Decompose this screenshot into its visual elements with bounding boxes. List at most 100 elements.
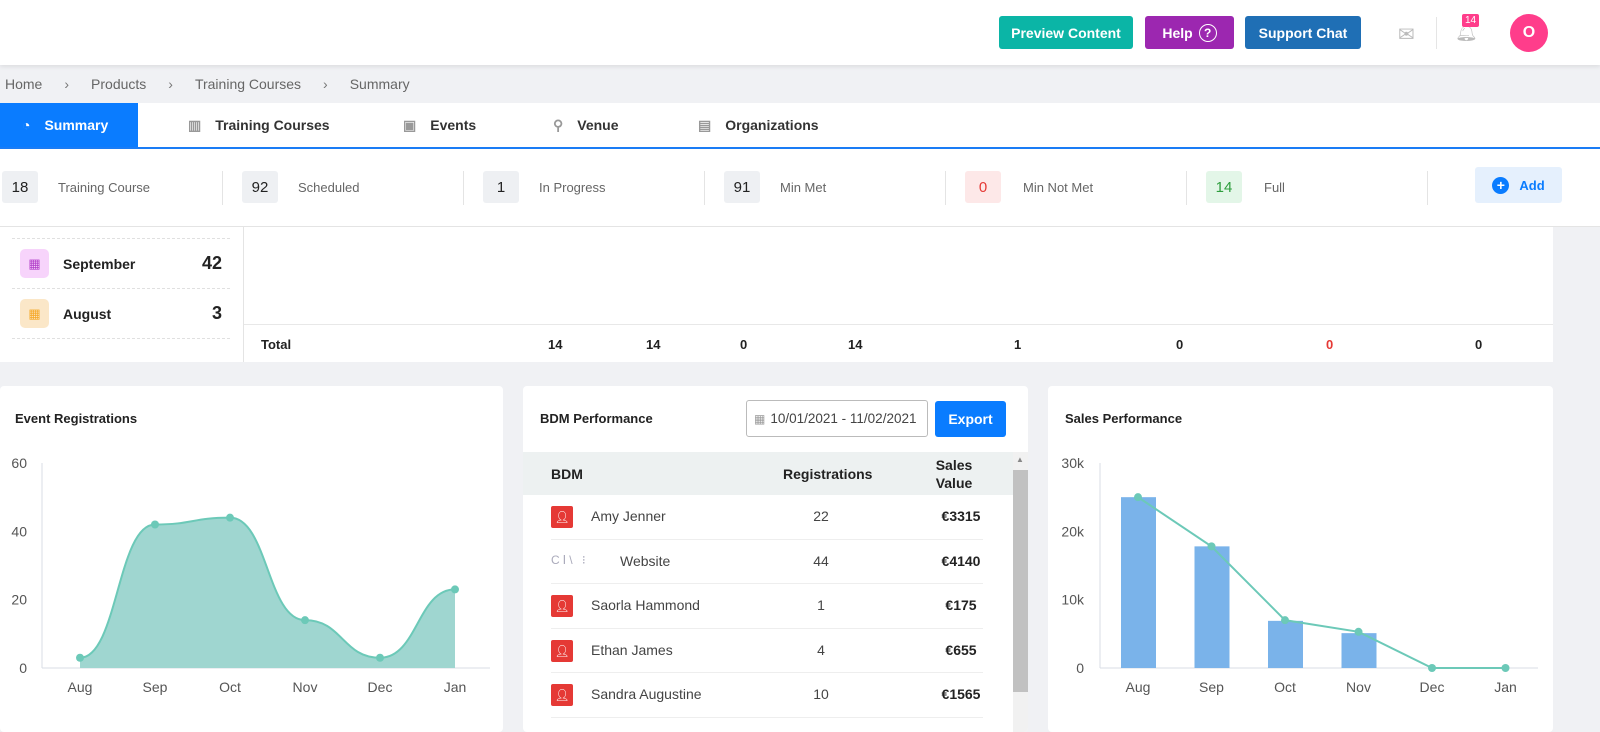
column-bdm[interactable]: BDM — [551, 466, 583, 482]
stat-scheduled[interactable]: 92 Scheduled — [242, 171, 359, 203]
stat-label: Training Course — [58, 179, 151, 195]
presentation-icon: ▣ — [403, 116, 417, 133]
stat-min-not-met[interactable]: 0 Min Not Met — [965, 171, 1093, 203]
month-value: 3 — [211, 303, 222, 323]
stat-value: 91 — [724, 171, 760, 203]
preview-content-button[interactable]: Preview Content — [999, 16, 1133, 49]
tab-bar: ◔ Summary ▥ Training Courses ▣ Events ⚲ Venu… — [0, 103, 1600, 149]
date-range-input[interactable]: ▦ 10/01/2021 - 11/02/2021 — [746, 400, 928, 437]
stat-label: In Progress — [539, 179, 606, 195]
summary-table: ▦ September 42 ▦ August 3 Total 14 14 0 14 1… — [0, 227, 1553, 362]
total-value: 0 — [1475, 337, 1483, 352]
calendar-icon: ▦ — [20, 249, 49, 278]
bdm-sales-value: €655 — [945, 641, 977, 658]
breadcrumb-training-courses[interactable]: Training Courses — [195, 76, 301, 92]
data-point — [151, 520, 159, 529]
bdm-registrations: 1 — [817, 597, 825, 613]
gauge-icon: ◔ — [22, 117, 31, 133]
breadcrumb-products[interactable]: Products — [91, 76, 146, 92]
data-point — [451, 585, 459, 594]
data-point — [1428, 664, 1436, 672]
y-tick-label: 20k — [1061, 523, 1085, 539]
avatar[interactable]: O — [1510, 14, 1548, 52]
top-header: Preview Content Help? Support Chat ✉ 🔔︎ … — [0, 0, 1600, 65]
month-row-august[interactable]: ▦ August 3 — [12, 289, 230, 339]
export-button[interactable]: Export — [935, 401, 1006, 437]
column-registrations[interactable]: Registrations — [783, 466, 872, 482]
tab-venue[interactable]: ⚲ Venue — [553, 103, 619, 147]
website-logo-icon: ϹⅠ\ ⁝ — [551, 552, 589, 567]
chevron-right-icon: › — [168, 76, 173, 92]
data-point — [1354, 627, 1363, 636]
help-button[interactable]: Help? — [1145, 16, 1234, 49]
x-tick-label: Sep — [143, 679, 168, 695]
bar — [1268, 620, 1303, 668]
x-tick-label: Oct — [1274, 679, 1296, 695]
tab-summary[interactable]: ◔ Summary — [0, 103, 138, 147]
card-title: Event Registrations — [15, 411, 138, 426]
trend-line — [1137, 496, 1506, 669]
y-tick-label: 20 — [11, 592, 27, 608]
tab-label: Summary — [44, 117, 109, 133]
mail-icon[interactable]: ✉ — [1398, 22, 1415, 47]
total-label: Total — [261, 337, 292, 352]
data-point — [1281, 616, 1289, 625]
user-avatar-icon: 👤︎ — [551, 684, 573, 706]
x-tick-label: Dec — [368, 679, 393, 695]
month-row-september[interactable]: ▦ September 42 — [12, 239, 230, 289]
data-point — [226, 513, 234, 522]
x-tick-label: Oct — [219, 679, 241, 695]
breadcrumb-home[interactable]: Home — [5, 76, 42, 92]
total-value: 0 — [1326, 337, 1334, 352]
sales-performance-card: Sales Performance 0 10k 20k 30k Aug Sep Oct Nov… — [1048, 386, 1553, 732]
card-title: BDM Performance — [540, 411, 653, 426]
scrollbar-thumb[interactable] — [1013, 470, 1028, 692]
tab-events[interactable]: ▣ Events — [403, 103, 476, 147]
briefcase-icon: ▤ — [698, 116, 712, 133]
divider — [1427, 171, 1428, 205]
table-row[interactable]: 👤︎ Saorla Hammond 1 €175 — [551, 584, 983, 629]
data-point — [1134, 493, 1142, 502]
table-row[interactable]: 👤︎ Ethan James 4 €655 — [551, 629, 983, 673]
divider — [704, 171, 705, 205]
bar — [1121, 497, 1156, 668]
scrollbar[interactable]: ▲ — [1013, 452, 1028, 732]
bdm-registrations: 44 — [813, 552, 829, 569]
total-value: 14 — [646, 337, 661, 352]
tab-organizations[interactable]: ▤ Organizations — [698, 103, 819, 147]
stat-value: 1 — [483, 171, 519, 203]
breadcrumb-summary: Summary — [349, 76, 410, 92]
stat-full[interactable]: 14 Full — [1206, 171, 1285, 203]
total-value: 0 — [740, 337, 748, 352]
table-row[interactable]: 👤︎ Amy Jenner 22 €3315 — [551, 495, 983, 540]
table-row[interactable]: 👤︎ Sandra Augustine 10 €1565 — [551, 673, 983, 718]
bdm-name: Ethan James — [591, 641, 673, 658]
support-chat-button[interactable]: Support Chat — [1245, 16, 1361, 49]
table-row[interactable]: ϹⅠ\ ⁝ Website 44 €4140 — [551, 540, 983, 584]
x-tick-label: Nov — [293, 679, 318, 695]
tab-training-courses[interactable]: ▥ Training Courses — [188, 103, 330, 147]
column-sales-value[interactable]: Sales Value — [928, 456, 980, 492]
card-title: Sales Performance — [1065, 411, 1183, 426]
divider — [463, 171, 464, 205]
stat-min-met[interactable]: 91 Min Met — [724, 171, 826, 203]
x-tick-label: Nov — [1346, 679, 1371, 695]
bar — [1194, 546, 1230, 668]
help-label: Help — [1162, 24, 1193, 41]
date-range-value: 10/01/2021 - 11/02/2021 — [770, 411, 917, 426]
stat-value: 0 — [965, 171, 1001, 203]
bdm-sales-value: €1565 — [941, 686, 981, 702]
total-value: 14 — [548, 337, 563, 352]
total-value: 0 — [1176, 337, 1184, 352]
add-button[interactable]: + Add — [1475, 167, 1562, 203]
event-registrations-card: Event Registrations 0 20 40 60 Aug Sep Oct Nov D… — [0, 386, 503, 732]
stat-in-progress[interactable]: 1 In Progress — [483, 171, 605, 203]
stat-value: 18 — [2, 171, 38, 203]
x-tick-label: Dec — [1420, 679, 1445, 695]
stat-training-course[interactable]: 18 Training Course — [2, 171, 150, 203]
x-tick-label: Aug — [1126, 679, 1151, 695]
bdm-registrations: 4 — [817, 641, 825, 658]
y-tick-label: 60 — [11, 455, 27, 471]
divider — [222, 171, 223, 205]
calendar-icon: ▦ — [20, 299, 49, 328]
